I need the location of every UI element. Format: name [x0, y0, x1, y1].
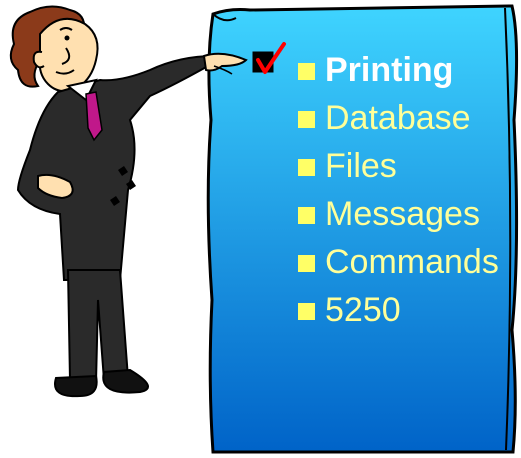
topic-label: Messages: [325, 195, 480, 233]
topic-list: Printing Database Files Messages Command…: [298, 46, 499, 334]
bullet-icon: [298, 63, 315, 80]
bullet-icon: [298, 159, 315, 176]
bullet-icon: [298, 303, 315, 320]
bullet-icon: [298, 255, 315, 272]
bullet-icon: [298, 111, 315, 128]
topic-item-printing: Printing: [298, 46, 499, 94]
topic-label: Printing: [325, 51, 454, 89]
topic-label: 5250: [325, 291, 401, 329]
topic-item-commands: Commands: [298, 238, 499, 286]
topic-item-5250: 5250: [298, 286, 499, 334]
topic-item-database: Database: [298, 94, 499, 142]
bullet-icon: [298, 207, 315, 224]
topic-label: Database: [325, 99, 471, 137]
topic-item-messages: Messages: [298, 190, 499, 238]
topic-label: Commands: [325, 243, 499, 281]
topic-item-files: Files: [298, 142, 499, 190]
topic-label: Files: [325, 147, 397, 185]
